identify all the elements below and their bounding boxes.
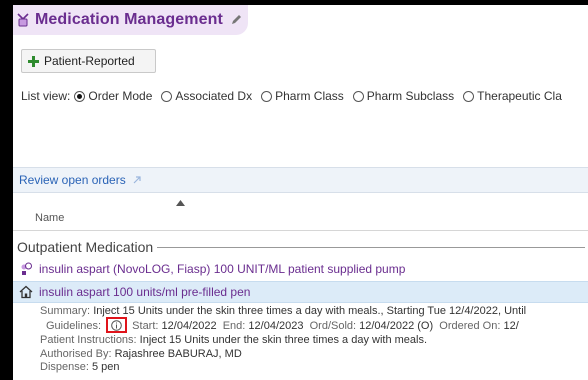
dispense-line: Dispense: 5 pen: [40, 361, 588, 374]
medication-details: Summary: Inject 15 Units under the skin …: [40, 305, 588, 374]
guidelines-label: Guidelines:: [46, 320, 102, 333]
authorised-line: Authorised By: Rajashree BABURAJ, MD: [40, 348, 588, 361]
patient-reported-med-icon: [21, 262, 32, 275]
ordered-on-value: 12/: [503, 320, 519, 333]
medication-name[interactable]: insulin aspart 100 units/ml pre-filled p…: [39, 285, 250, 299]
info-icon[interactable]: [111, 320, 122, 332]
medication-row[interactable]: insulin aspart (NovoLOG, Fiasp) 100 UNIT…: [13, 258, 588, 280]
authorised-label: Authorised By:: [40, 347, 112, 360]
page-title: Medication Management: [35, 11, 223, 28]
external-link-icon[interactable]: [132, 175, 142, 185]
radio-label: Pharm Subclass: [366, 89, 455, 103]
patient-reported-label: Patient-Reported: [44, 54, 135, 68]
radio-dot: [261, 90, 273, 102]
radio-pharm-class[interactable]: Pharm Class: [261, 89, 344, 103]
guidelines-info-highlight[interactable]: [106, 317, 128, 334]
pill-bottle-icon: [17, 13, 29, 27]
radio-dot-selected: [74, 90, 86, 102]
ordered-on-label: Ordered On:: [439, 320, 501, 333]
column-name-header[interactable]: Name: [35, 212, 64, 224]
medication-management-panel: Medication Management Patient-Reported L…: [13, 5, 588, 380]
radio-dot: [161, 90, 173, 102]
summary-label: Summary:: [40, 305, 91, 317]
instructions-label: Patient Instructions:: [40, 334, 137, 347]
medication-row-selected[interactable]: insulin aspart 100 units/ml pre-filled p…: [13, 281, 588, 303]
list-view-label: List view:: [21, 89, 71, 103]
plus-icon: [28, 55, 39, 67]
start-value: 12/04/2022: [161, 320, 217, 333]
dispense-value: 5 pen: [91, 360, 120, 373]
ordsold-value: 12/04/2022 (O): [359, 320, 434, 333]
list-view-selector: List view: Order Mode Associated Dx Phar…: [21, 89, 588, 103]
end-value: 12/04/2023: [248, 320, 304, 333]
radio-therapeutic-class[interactable]: Therapeutic Cla: [463, 89, 562, 103]
medication-name[interactable]: insulin aspart (NovoLOG, Fiasp) 100 UNIT…: [39, 262, 405, 276]
radio-dot: [463, 90, 475, 102]
review-open-orders-link[interactable]: Review open orders: [19, 173, 126, 187]
end-label: End:: [222, 320, 246, 333]
section-divider: [157, 246, 585, 248]
radio-associated-dx[interactable]: Associated Dx: [161, 89, 252, 103]
summary-value: Inject 15 Units under the skin three tim…: [93, 305, 527, 317]
dispense-label: Dispense:: [40, 360, 89, 373]
review-open-orders-bar: Review open orders: [13, 167, 588, 193]
instructions-value: Inject 15 Units under the skin three tim…: [139, 334, 428, 347]
summary-line: Summary: Inject 15 Units under the skin …: [40, 305, 588, 318]
table-column-header: Name: [13, 195, 588, 231]
section-header: Medication Management: [13, 5, 248, 35]
radio-dot: [352, 90, 364, 102]
authorised-value: Rajashree BABURAJ, MD: [114, 347, 242, 360]
radio-order-mode[interactable]: Order Mode: [74, 89, 152, 103]
radio-label: Therapeutic Cla: [477, 89, 562, 103]
sort-ascending-icon[interactable]: [176, 200, 185, 206]
radio-label: Pharm Class: [275, 89, 344, 103]
home-icon: [19, 285, 33, 299]
pencil-icon[interactable]: [230, 14, 242, 26]
radio-label: Associated Dx: [175, 89, 253, 103]
outpatient-medication-section: Outpatient Medication: [17, 239, 585, 255]
ordsold-label: Ord/Sold:: [309, 320, 357, 333]
section-title: Outpatient Medication: [17, 239, 154, 255]
instructions-line: Patient Instructions: Inject 15 Units un…: [40, 334, 588, 347]
guidelines-line: Guidelines: Start: 12/04/2022 End: 12/04…: [40, 317, 588, 334]
start-label: Start:: [132, 320, 159, 333]
radio-pharm-subclass[interactable]: Pharm Subclass: [352, 89, 455, 103]
radio-label: Order Mode: [88, 89, 153, 103]
patient-reported-button[interactable]: Patient-Reported: [21, 49, 156, 73]
